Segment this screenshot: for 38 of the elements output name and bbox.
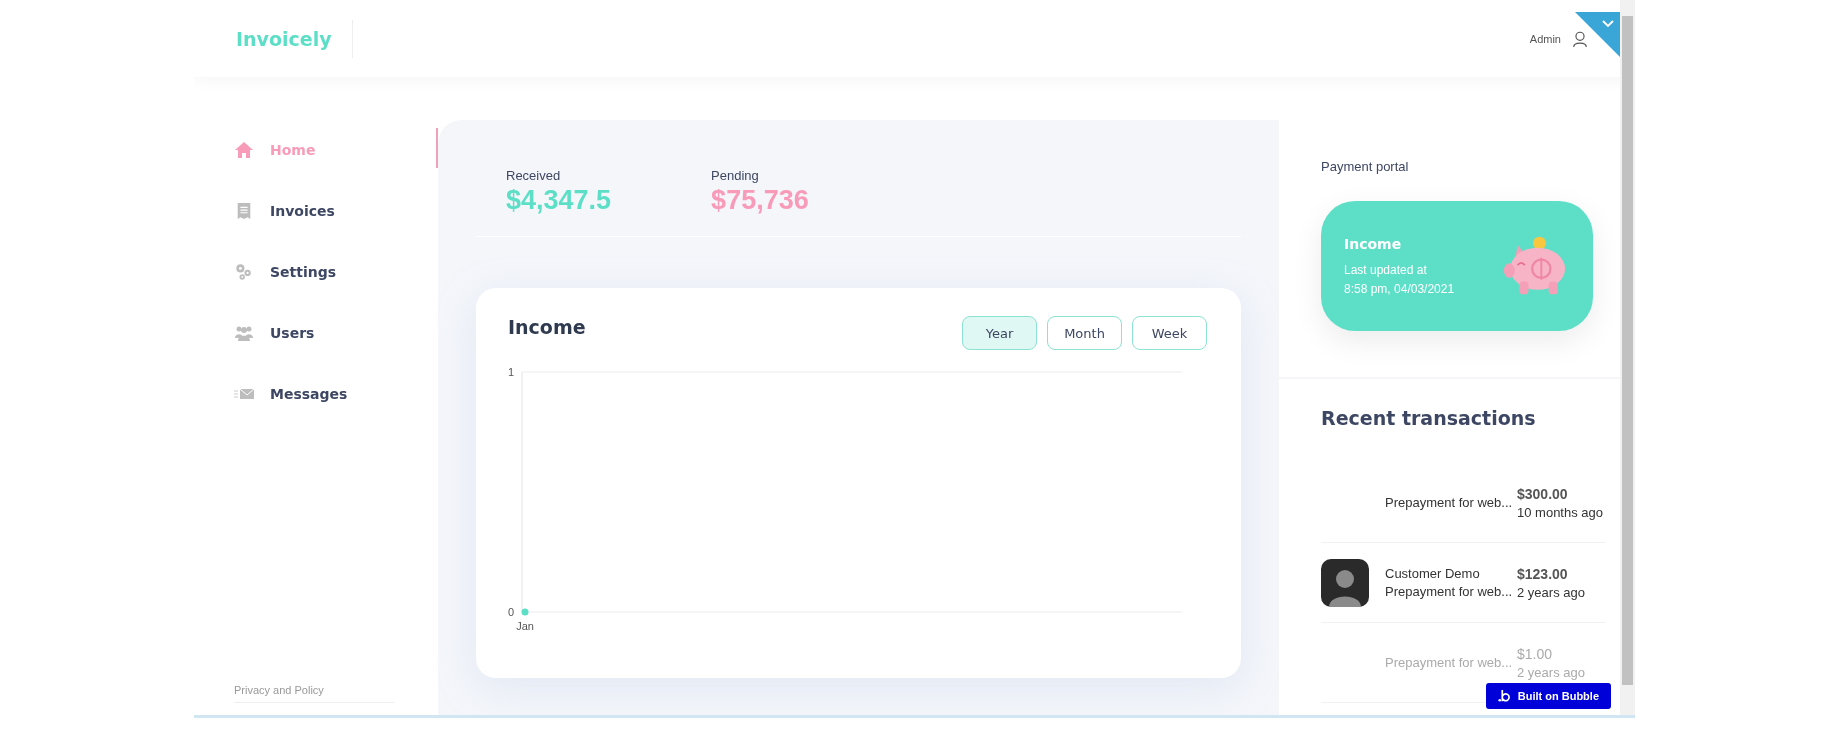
gears-icon bbox=[234, 262, 254, 281]
user-name[interactable]: Admin bbox=[1529, 32, 1561, 45]
stat-value: $4,347.5 bbox=[506, 185, 612, 216]
section-title: Recent transactions bbox=[1321, 407, 1537, 429]
section-title: Payment portal bbox=[1321, 159, 1410, 174]
stat-value: $75,736 bbox=[711, 185, 809, 216]
stat-label: Pending bbox=[711, 168, 760, 183]
transaction-amount: $123.00 bbox=[1517, 565, 1569, 582]
sidebar-item[interactable]: Messages bbox=[234, 380, 414, 407]
card-text: 8:58 pm, 04/03/2021 bbox=[1344, 282, 1455, 296]
data-point bbox=[521, 608, 529, 616]
transaction-time: 2 years ago bbox=[1517, 664, 1585, 680]
customer-name: Customer Demo bbox=[1385, 566, 1481, 581]
y-tick-label: 0 bbox=[507, 606, 514, 618]
card-text: Last updated at bbox=[1344, 263, 1428, 277]
period-tab[interactable]: Year bbox=[962, 316, 1037, 350]
sidebar-item[interactable]: Invoices bbox=[234, 197, 414, 224]
transaction-time: 2 years ago bbox=[1517, 584, 1585, 600]
transaction-description: Prepayment for web... bbox=[1385, 584, 1514, 599]
transaction-time: 10 months ago bbox=[1517, 504, 1603, 520]
sidebar-item[interactable]: Users bbox=[234, 319, 414, 346]
period-tab[interactable]: Month bbox=[1047, 316, 1122, 350]
chart-title: Income bbox=[508, 315, 586, 338]
card-title: Income bbox=[1344, 236, 1403, 252]
transaction-description: Prepayment for web... bbox=[1385, 655, 1514, 670]
period-tab[interactable]: Week bbox=[1132, 316, 1207, 350]
transaction-description: Prepayment for web... bbox=[1385, 495, 1514, 510]
sidebar-item[interactable]: Settings bbox=[234, 258, 414, 285]
scrollbar[interactable] bbox=[1620, 0, 1635, 715]
transaction-amount: $300.00 bbox=[1517, 485, 1569, 502]
transaction-amount: $1.00 bbox=[1517, 645, 1554, 662]
y-tick-label: 1 bbox=[507, 366, 514, 378]
chevron-down-icon[interactable] bbox=[1602, 20, 1614, 28]
user-avatar-icon[interactable] bbox=[1571, 29, 1589, 48]
built-on-bubble-badge[interactable]: Built on Bubble bbox=[1485, 683, 1611, 709]
house-icon bbox=[234, 140, 254, 159]
x-tick-label: Jan bbox=[516, 620, 534, 632]
stat-label: Received bbox=[506, 168, 562, 183]
